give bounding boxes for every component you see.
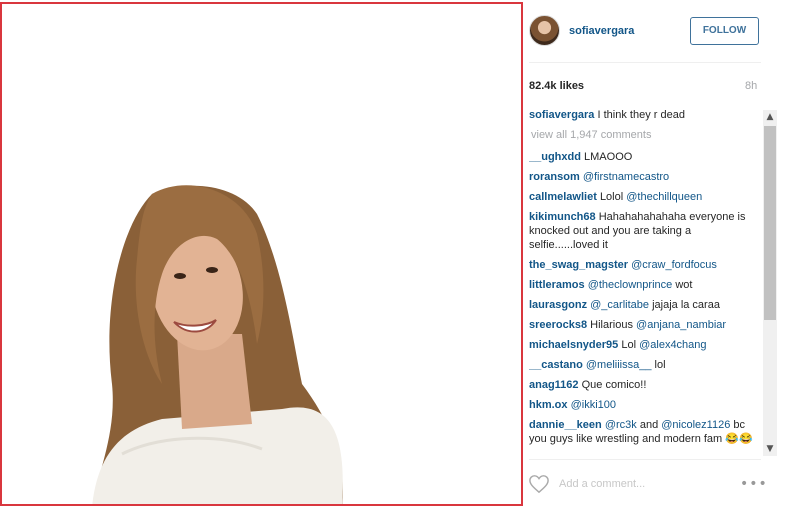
heart-icon[interactable]: [528, 474, 550, 494]
comment-mention[interactable]: @theclownprince: [588, 279, 673, 291]
comment-text: wot: [675, 279, 693, 291]
divider: [529, 459, 761, 460]
comment-mention[interactable]: @alex4chang: [639, 339, 706, 351]
comment-user[interactable]: __castano: [529, 359, 583, 371]
comment-text: Que comico!!: [581, 379, 647, 391]
comment-item: littleramos @theclownprince wot: [529, 278, 764, 292]
comment-mention[interactable]: @nicolez1126: [661, 419, 730, 431]
comment-item: callmelawliet Lolol @thechillqueen: [529, 190, 764, 204]
comment-mention[interactable]: @firstnamecastro: [583, 171, 669, 183]
comment-item: anag1162 Que comico!!: [529, 378, 764, 392]
follow-button[interactable]: FOLLOW: [690, 17, 759, 45]
more-options-icon[interactable]: •••: [740, 476, 768, 492]
comment-text: lol: [654, 359, 666, 371]
scroll-thumb[interactable]: [764, 126, 776, 320]
likes-count[interactable]: 82.4k likes: [529, 80, 584, 92]
comment-user[interactable]: littleramos: [529, 279, 585, 291]
comment-item: __ughxdd LMAOOO: [529, 150, 764, 164]
comment-mention[interactable]: @rc3k: [605, 419, 637, 431]
comment-mention[interactable]: @thechillqueen: [626, 191, 702, 203]
comment-user[interactable]: michaelsnyder95: [529, 339, 618, 351]
comment-item: __castano @meliiissa__ lol: [529, 358, 764, 372]
comment-mention[interactable]: @meliiissa__: [586, 359, 652, 371]
post-time[interactable]: 8h: [745, 80, 757, 92]
comment-item: hkm.ox @ikki100: [529, 398, 764, 412]
comment-mention[interactable]: @_carlitabe: [590, 299, 649, 311]
comment-item: kikimunch68 Hahahahahahaha everyone is k…: [529, 210, 764, 252]
post-photo: [0, 2, 523, 506]
comment-item: sreerocks8 Hilarious @anjana_nambiar: [529, 318, 764, 332]
username-link[interactable]: sofiavergara: [569, 25, 634, 37]
comment-user[interactable]: callmelawliet: [529, 191, 597, 203]
comment-text: Lolol: [599, 191, 624, 203]
portrait-image: [92, 185, 343, 504]
comment-mention[interactable]: @ikki100: [571, 399, 616, 411]
comment-item: the_swag_magster @craw_fordfocus: [529, 258, 764, 272]
caption: sofiavergara I think they r dead: [529, 108, 764, 122]
comment-user[interactable]: the_swag_magster: [529, 259, 628, 271]
comment-item: roransom @firstnamecastro: [529, 170, 764, 184]
comment-user[interactable]: sreerocks8: [529, 319, 587, 331]
divider: [529, 62, 761, 63]
post-header: sofiavergara FOLLOW: [529, 15, 761, 49]
comments-list[interactable]: sofiavergara I think they r dead view al…: [529, 108, 764, 456]
comment-text: Hilarious: [590, 319, 633, 331]
comment-user[interactable]: kikimunch68: [529, 211, 596, 223]
comment-user[interactable]: __ughxdd: [529, 151, 581, 163]
comment-user[interactable]: roransom: [529, 171, 580, 183]
comment-user[interactable]: anag1162: [529, 379, 579, 391]
comments-scrollbar[interactable]: ▲ ▼: [763, 110, 777, 456]
view-all-comments-link[interactable]: view all 1,947 comments: [531, 128, 764, 142]
comment-text: Lol: [621, 339, 637, 351]
comment-input[interactable]: [559, 474, 729, 494]
caption-user[interactable]: sofiavergara: [529, 109, 594, 121]
comment-text: LMAOOO: [584, 151, 633, 163]
comment-mention[interactable]: @anjana_nambiar: [636, 319, 726, 331]
comment-mention[interactable]: @craw_fordfocus: [631, 259, 717, 271]
avatar[interactable]: [529, 15, 560, 46]
comment-user[interactable]: laurasgonz: [529, 299, 587, 311]
comment-item: laurasgonz @_carlitabe jajaja la caraa: [529, 298, 764, 312]
comment-item: michaelsnyder95 Lol @alex4chang: [529, 338, 764, 352]
post-details-panel: sofiavergara FOLLOW 82.4k likes 8h sofia…: [523, 0, 792, 508]
caption-text: I think they r dead: [597, 109, 685, 121]
comment-user[interactable]: dannie__keen: [529, 419, 602, 431]
comment-text: and: [639, 419, 659, 431]
comment-item: dannie__keen @rc3k and @nicolez1126 bc y…: [529, 418, 764, 446]
comment-text: jajaja la caraa: [652, 299, 720, 311]
scroll-down-icon[interactable]: ▼: [763, 442, 777, 456]
scroll-up-icon[interactable]: ▲: [763, 110, 777, 124]
comment-user[interactable]: hkm.ox: [529, 399, 568, 411]
